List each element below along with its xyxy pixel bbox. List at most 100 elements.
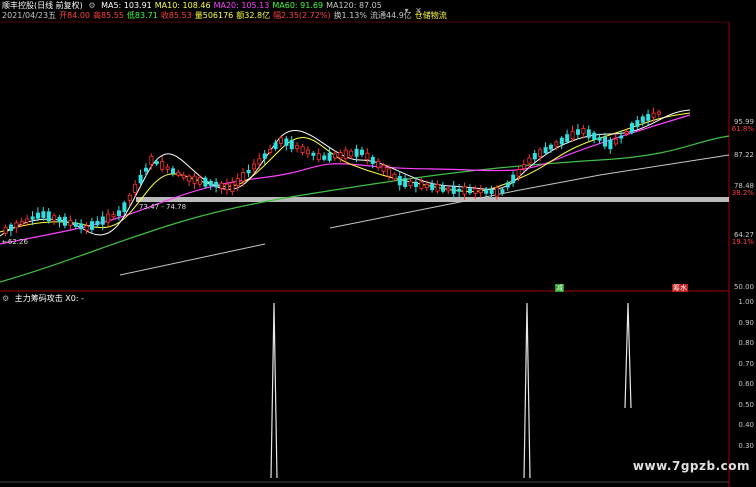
candle[interactable]	[235, 178, 240, 186]
candle[interactable]	[467, 188, 472, 194]
candle[interactable]	[262, 153, 267, 159]
candle[interactable]	[435, 184, 440, 192]
candle[interactable]	[246, 170, 251, 174]
candle[interactable]	[3, 226, 8, 234]
candle[interactable]	[316, 153, 321, 161]
candle[interactable]	[338, 152, 343, 159]
candle[interactable]	[354, 148, 359, 157]
candle[interactable]	[343, 149, 348, 160]
candle[interactable]	[203, 177, 208, 187]
candle[interactable]	[451, 186, 456, 194]
candle[interactable]	[322, 155, 327, 160]
candle[interactable]	[160, 161, 165, 170]
candle[interactable]	[494, 187, 499, 197]
sub-chart-title[interactable]: 主力筹码攻击 X0: -	[15, 294, 84, 303]
candle[interactable]	[359, 149, 364, 155]
candle[interactable]	[311, 152, 316, 156]
candle[interactable]	[489, 189, 494, 194]
candle[interactable]	[214, 181, 219, 188]
candle[interactable]	[111, 214, 116, 218]
candle[interactable]	[397, 176, 402, 186]
candle[interactable]	[511, 174, 516, 184]
candle[interactable]	[100, 216, 105, 225]
candle[interactable]	[230, 182, 235, 193]
candle[interactable]	[630, 123, 635, 133]
candle[interactable]	[73, 222, 78, 227]
candle[interactable]	[181, 174, 186, 179]
candle[interactable]	[52, 215, 57, 221]
candle[interactable]	[408, 180, 413, 187]
candle[interactable]	[30, 216, 35, 220]
candle[interactable]	[559, 137, 564, 145]
candlestick-chart[interactable]	[0, 0, 756, 487]
candle[interactable]	[532, 153, 537, 160]
candle[interactable]	[457, 188, 462, 192]
candle[interactable]	[603, 136, 608, 147]
candle[interactable]	[95, 220, 100, 226]
candle[interactable]	[565, 134, 570, 142]
candle[interactable]	[241, 171, 246, 182]
candle[interactable]	[516, 168, 521, 177]
candle[interactable]	[386, 168, 391, 177]
candle[interactable]	[527, 157, 532, 164]
candle[interactable]	[154, 161, 159, 165]
candle[interactable]	[57, 216, 62, 223]
candle[interactable]	[608, 139, 613, 150]
candle[interactable]	[127, 194, 132, 201]
candle[interactable]	[25, 218, 30, 223]
candle[interactable]	[403, 178, 408, 187]
candle[interactable]	[63, 216, 68, 226]
candle[interactable]	[365, 152, 370, 160]
candle[interactable]	[251, 163, 256, 170]
candle[interactable]	[219, 182, 224, 189]
candle[interactable]	[576, 129, 581, 135]
candle[interactable]	[268, 149, 273, 153]
candle[interactable]	[522, 164, 527, 169]
candle[interactable]	[273, 142, 278, 150]
candle[interactable]	[165, 166, 170, 170]
candle[interactable]	[305, 149, 310, 155]
candle[interactable]	[446, 187, 451, 192]
candle[interactable]	[419, 181, 424, 189]
gear-icon[interactable]: ⚙	[2, 294, 9, 303]
candle[interactable]	[440, 185, 445, 192]
candle[interactable]	[278, 137, 283, 144]
candle[interactable]	[543, 147, 548, 154]
candle[interactable]	[473, 188, 478, 194]
candle[interactable]	[327, 152, 332, 161]
candle[interactable]	[208, 180, 213, 186]
candle[interactable]	[500, 189, 505, 193]
candle[interactable]	[635, 120, 640, 127]
candle[interactable]	[284, 138, 289, 146]
candle[interactable]	[170, 168, 175, 174]
candle[interactable]	[46, 211, 51, 222]
candle[interactable]	[349, 150, 354, 157]
candle[interactable]	[295, 144, 300, 150]
candle[interactable]	[413, 181, 418, 187]
candle[interactable]	[133, 183, 138, 193]
candle[interactable]	[430, 183, 435, 191]
candle[interactable]	[376, 160, 381, 168]
candle[interactable]	[36, 212, 41, 219]
candle[interactable]	[586, 129, 591, 138]
candle[interactable]	[554, 141, 559, 147]
candle[interactable]	[549, 144, 554, 150]
candle[interactable]	[505, 182, 510, 188]
candle[interactable]	[224, 183, 229, 191]
candle[interactable]	[381, 165, 386, 172]
candle[interactable]	[138, 174, 143, 184]
candle[interactable]	[122, 202, 127, 212]
candle[interactable]	[79, 223, 84, 230]
candle[interactable]	[392, 173, 397, 180]
candle[interactable]	[646, 113, 651, 121]
candle[interactable]	[538, 149, 543, 158]
candle[interactable]	[624, 131, 629, 134]
candle[interactable]	[597, 137, 602, 141]
candle[interactable]	[106, 213, 111, 223]
candle[interactable]	[592, 132, 597, 140]
candle[interactable]	[143, 167, 148, 172]
candle[interactable]	[619, 135, 624, 139]
candle[interactable]	[289, 140, 294, 150]
candle[interactable]	[14, 222, 19, 229]
candle[interactable]	[257, 158, 262, 165]
